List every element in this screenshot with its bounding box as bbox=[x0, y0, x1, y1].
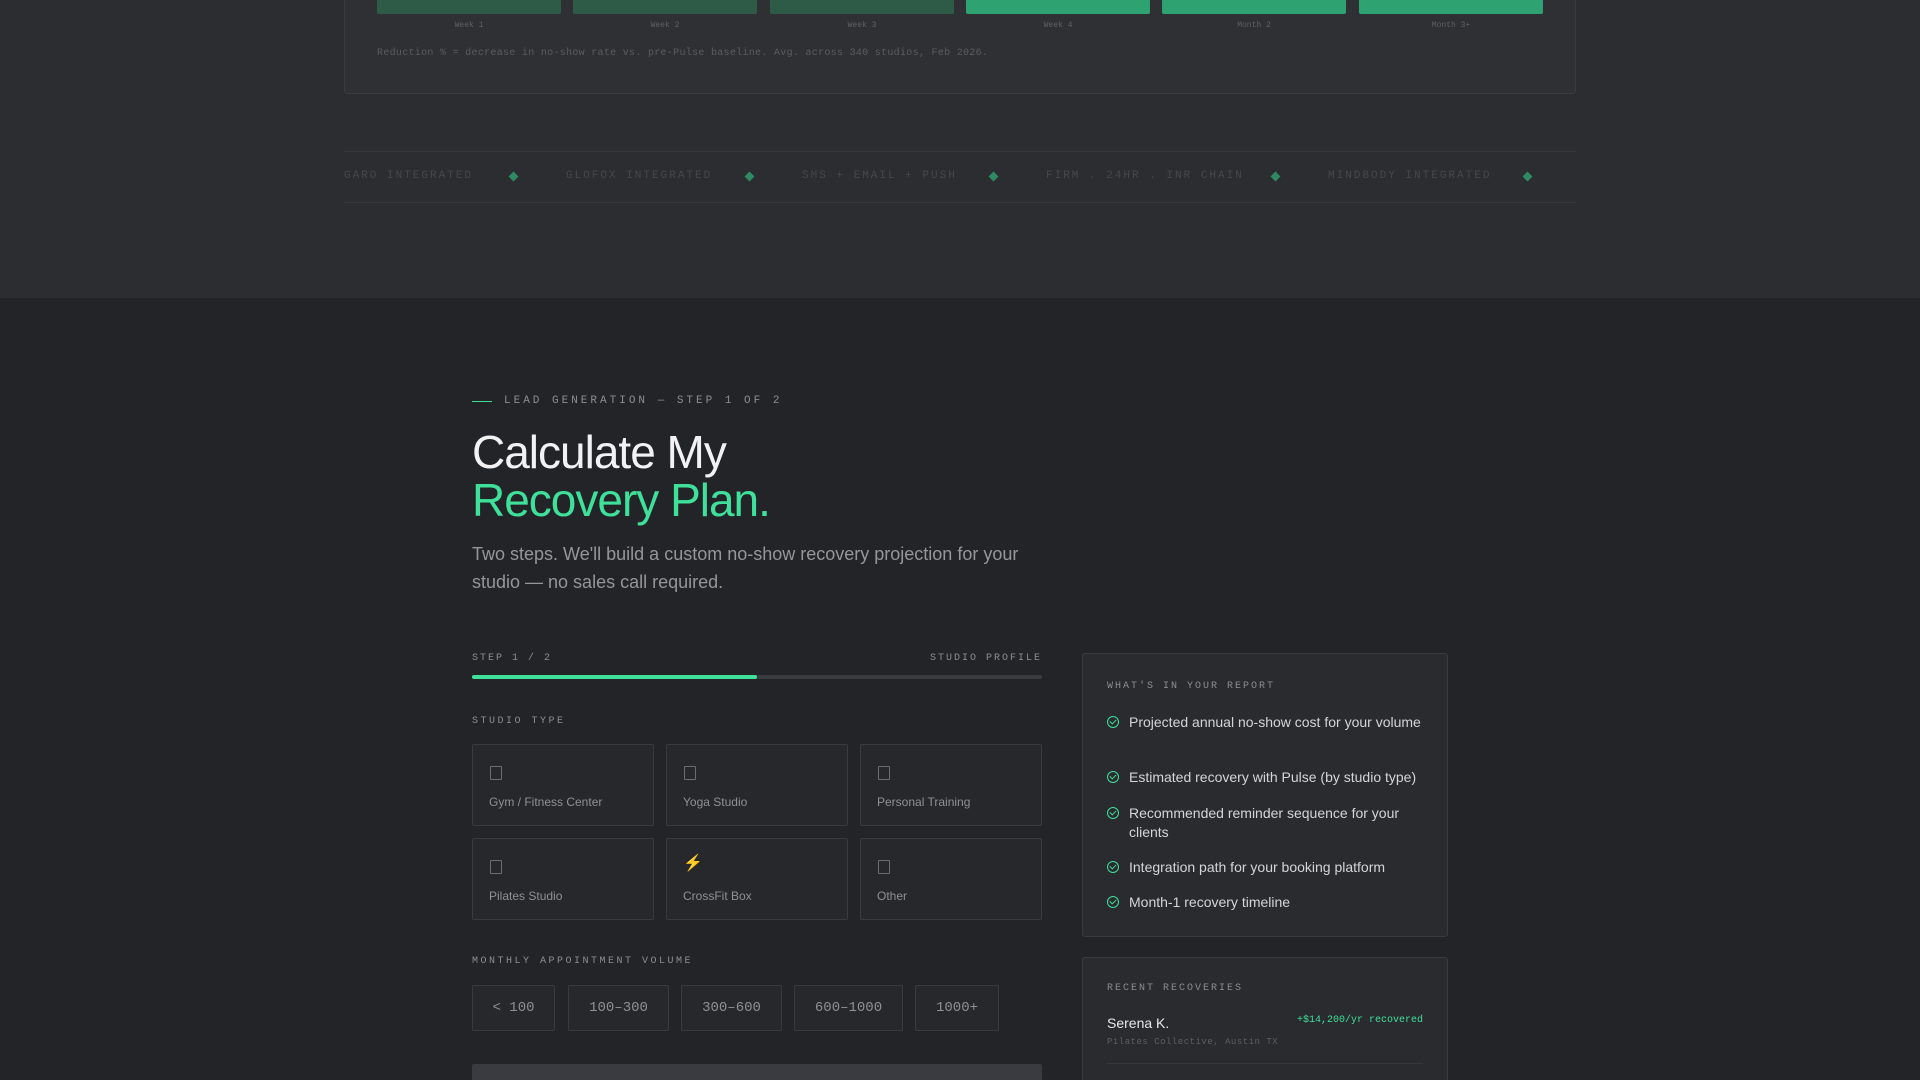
progress-fill bbox=[472, 675, 757, 679]
step-name: STUDIO PROFILE bbox=[929, 653, 1042, 664]
check-circle-icon bbox=[1107, 771, 1119, 783]
title-line-1: Calculate My bbox=[472, 426, 727, 478]
chart-bar-label: Month 3+ bbox=[1431, 21, 1471, 30]
report-item-text: Month-1 recovery timeline bbox=[1129, 894, 1291, 910]
check-circle-icon bbox=[1107, 807, 1119, 819]
studio-type-crossfit[interactable]: ⚡ CrossFit Box bbox=[666, 838, 848, 920]
chart-bar bbox=[966, 0, 1150, 14]
divider bbox=[1107, 1063, 1423, 1064]
step-indicator: STEP 1 / 2 STUDIO PROFILE bbox=[472, 653, 1042, 664]
continue-button[interactable] bbox=[472, 1064, 1042, 1080]
chart-bar-label: Week 2 bbox=[650, 21, 680, 30]
pilates-icon bbox=[490, 860, 502, 874]
ticker-item: GARO INTEGRATED bbox=[344, 170, 474, 182]
diamond-icon bbox=[744, 171, 755, 182]
volume-label: MONTHLY APPOINTMENT VOLUME bbox=[472, 956, 694, 967]
chart-footnote: Reduction % = decrease in no-show rate v… bbox=[377, 48, 989, 59]
top-band: Week 1 Week 2 Week 3 Week 4 Month 2 Mont… bbox=[0, 0, 1920, 298]
check-circle-icon bbox=[1107, 716, 1119, 728]
report-item-text: Estimated recovery with Pulse (by studio… bbox=[1129, 769, 1417, 785]
step-label: STEP 1 / 2 bbox=[472, 653, 553, 664]
chart-bar bbox=[573, 0, 757, 14]
page-subtitle: Two steps. We'll build a custom no-show … bbox=[472, 544, 1019, 592]
gym-icon bbox=[490, 766, 502, 780]
page-title: Calculate My Recovery Plan. bbox=[472, 426, 771, 526]
studio-type-other[interactable]: Other bbox=[860, 838, 1042, 920]
training-icon bbox=[878, 766, 890, 780]
studio-type-label-text: Other bbox=[877, 889, 908, 903]
chart-bar bbox=[1359, 0, 1543, 14]
eyebrow-text: LEAD GENERATION — STEP 1 OF 2 bbox=[504, 395, 783, 407]
ticker-item: GLOFOX INTEGRATED bbox=[566, 170, 713, 182]
volume-option-1000-plus[interactable]: 1000+ bbox=[915, 985, 999, 1031]
report-item: Projected annual no-show cost for your v… bbox=[1107, 713, 1427, 732]
report-item: Month-1 recovery timeline bbox=[1107, 893, 1427, 912]
volume-option-100-300[interactable]: 100–300 bbox=[568, 985, 669, 1031]
studio-type-label-text: Pilates Studio bbox=[489, 889, 563, 903]
report-item-text: Integration path for your booking platfo… bbox=[1129, 859, 1386, 875]
progress-bar bbox=[472, 675, 1042, 679]
title-line-2: Recovery Plan. bbox=[472, 474, 771, 526]
recovery-amount: +$14,200/yr recovered bbox=[1296, 1015, 1423, 1026]
studio-type-label-text: Yoga Studio bbox=[683, 795, 748, 809]
studio-type-label: STUDIO TYPE bbox=[472, 716, 566, 727]
volume-option-300-600[interactable]: 300–600 bbox=[681, 985, 782, 1031]
chart-bar-label: Week 1 bbox=[454, 21, 484, 30]
report-item: Estimated recovery with Pulse (by studio… bbox=[1107, 768, 1427, 787]
studio-type-label-text: CrossFit Box bbox=[683, 889, 752, 903]
volume-option-under-100[interactable]: < 100 bbox=[472, 985, 555, 1031]
chart-bar bbox=[1162, 0, 1346, 14]
diamond-icon bbox=[1270, 171, 1281, 182]
report-item: Integration path for your booking platfo… bbox=[1107, 858, 1427, 877]
integrations-ticker: GARO INTEGRATED GLOFOX INTEGRATED SMS + … bbox=[344, 151, 1576, 203]
recovery-meta: Pilates Collective, Austin TX bbox=[1107, 1037, 1279, 1047]
recoveries-panel-title: RECENT RECOVERIES bbox=[1107, 983, 1244, 994]
other-icon bbox=[878, 860, 890, 874]
diamond-icon bbox=[988, 171, 999, 182]
studio-type-yoga[interactable]: Yoga Studio bbox=[666, 744, 848, 826]
chart-bar-label: Week 4 bbox=[1043, 21, 1073, 30]
report-panel-title: WHAT'S IN YOUR REPORT bbox=[1107, 681, 1276, 692]
studio-type-pilates[interactable]: Pilates Studio bbox=[472, 838, 654, 920]
diamond-icon bbox=[1522, 171, 1533, 182]
check-circle-icon bbox=[1107, 861, 1119, 873]
diamond-icon bbox=[508, 171, 519, 182]
check-circle-icon bbox=[1107, 896, 1119, 908]
chart-bar bbox=[377, 0, 561, 14]
volume-option-600-1000[interactable]: 600–1000 bbox=[794, 985, 903, 1031]
studio-type-label-text: Personal Training bbox=[877, 795, 971, 809]
recovery-name: Serena K. bbox=[1107, 1015, 1170, 1031]
chart-bar bbox=[770, 0, 954, 14]
ticker-item: SMS + EMAIL + PUSH bbox=[802, 170, 957, 182]
chart-bar-label: Week 3 bbox=[847, 21, 877, 30]
recent-recoveries-panel: RECENT RECOVERIES Serena K. +$14,200/yr … bbox=[1082, 957, 1448, 1080]
studio-type-personal-training[interactable]: Personal Training bbox=[860, 744, 1042, 826]
studio-type-gym[interactable]: Gym / Fitness Center bbox=[472, 744, 654, 826]
ticker-item: MINDBODY INTEGRATED bbox=[1328, 170, 1492, 182]
report-contents-panel: WHAT'S IN YOUR REPORT Projected annual n… bbox=[1082, 653, 1448, 937]
eyebrow: LEAD GENERATION — STEP 1 OF 2 bbox=[472, 395, 782, 407]
chart-bar-label: Month 2 bbox=[1237, 21, 1271, 30]
report-item-text: Recommended reminder sequence for your c… bbox=[1129, 805, 1400, 840]
ticker-item: FIRM . 24HR . INR CHAIN bbox=[1046, 170, 1244, 182]
lightning-icon: ⚡ bbox=[683, 855, 703, 872]
studio-type-label-text: Gym / Fitness Center bbox=[489, 795, 603, 809]
report-item-text: Projected annual no-show cost for your v… bbox=[1129, 714, 1421, 730]
yoga-icon bbox=[684, 766, 696, 780]
reduction-chart-card: Week 1 Week 2 Week 3 Week 4 Month 2 Mont… bbox=[344, 0, 1576, 94]
eyebrow-line bbox=[472, 400, 492, 402]
report-item: Recommended reminder sequence for your c… bbox=[1107, 804, 1427, 842]
